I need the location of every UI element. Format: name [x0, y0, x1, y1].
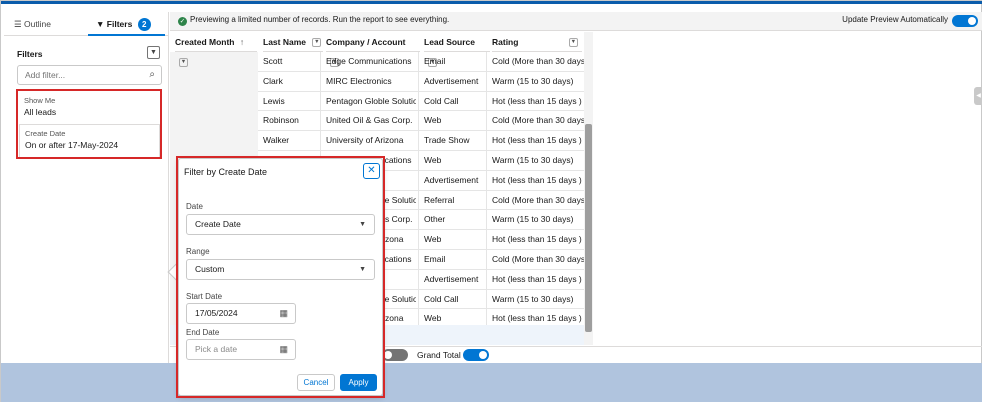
cell-lead-source: Trade Show [424, 135, 470, 146]
chevron-down-icon: ▼ [150, 49, 157, 56]
cell-last-name: Robinson [263, 115, 299, 126]
preview-message-text: Previewing a limited number of records. … [190, 15, 450, 24]
update-preview-label: Update Preview Automatically [842, 15, 948, 24]
cell-lead-source: Cold Call [424, 293, 459, 304]
panel-collapse-handle[interactable]: ◀ [974, 87, 982, 105]
tab-filters[interactable]: ▼ Filters 2 [88, 12, 165, 36]
cell-rating: Hot (less than 15 days ) [492, 95, 582, 106]
sort-up-icon: ↑ [239, 37, 245, 47]
grand-total-toggle[interactable] [463, 349, 489, 361]
scrollbar-thumb[interactable] [585, 124, 592, 332]
cell-rating: Warm (15 to 30 days) [492, 293, 574, 304]
table-row[interactable]: Scott Edge Communications Email Cold (More … [258, 52, 584, 72]
cell-company: Pentagon Globle Solution [326, 95, 416, 106]
header-rating[interactable]: Rating ▼ [492, 32, 582, 52]
cell-rating: Hot (less than 15 days ) [492, 135, 582, 146]
cell-rating: Warm (15 to 30 days) [492, 214, 574, 225]
cell-lead-source: Web [424, 234, 442, 245]
filter-count-badge: 2 [137, 18, 151, 32]
cell-rating: Cold (More than 30 days) [492, 56, 584, 66]
cell-lead-source: Referral [424, 194, 455, 205]
cell-lead-source: Web [424, 115, 442, 126]
filter-icon: ▼ [96, 19, 105, 29]
cell-company: Edge Communications [326, 56, 412, 66]
cell-rating: Hot (less than 15 days ) [492, 273, 582, 284]
search-icon: ⌕ [149, 69, 155, 80]
popover-highlight-outline [176, 156, 385, 398]
chevron-down-icon[interactable]: ▼ [312, 38, 322, 48]
cell-rating: Warm (15 to 30 days) [492, 75, 574, 86]
report-builder-window: ☰ Outline ▼ Filters 2 Filters ▼ Add filt… [0, 0, 982, 402]
cell-company: MIRC Electronics [326, 75, 392, 86]
cell-rating: Cold (More than 30 days) [492, 115, 584, 126]
cell-rating: Cold (More than 30 days) [492, 194, 584, 205]
filters-menu-button[interactable]: ▼ [147, 46, 160, 59]
cell-last-name: Lewis [263, 95, 285, 106]
chevron-left-icon: ◀ [976, 93, 981, 99]
header-lead-source-label: Lead Source [424, 37, 476, 47]
cell-lead-source: Advertisement [424, 75, 479, 86]
sidebar-tabs: ☰ Outline ▼ Filters 2 [4, 12, 169, 36]
column-divider [486, 52, 487, 345]
header-rating-label: Rating [492, 37, 519, 47]
cell-rating: Hot (less than 15 days ) [492, 234, 582, 245]
add-filter-placeholder: Add filter... [25, 70, 66, 80]
grand-total-label: Grand Total [417, 350, 461, 360]
table-row[interactable]: Walker University of Arizona Trade Show Hot… [258, 131, 584, 151]
column-divider [418, 52, 419, 345]
cell-rating: Cold (More than 30 days) [492, 254, 584, 264]
header-company-label: Company / Account [326, 37, 406, 47]
cell-lead-source: Advertisement [424, 174, 479, 185]
header-created-month[interactable]: Created Month ↑ ▼ [175, 32, 257, 68]
header-company-account[interactable]: Company / Account ▼ [326, 32, 420, 68]
table-row[interactable]: Robinson United Oil & Gas Corp. Web Cold (M… [258, 111, 584, 132]
list-icon: ☰ [14, 19, 22, 29]
header-lead-source[interactable]: Lead Source ▼ [424, 32, 490, 68]
cell-rating: Hot (less than 15 days ) [492, 174, 582, 185]
cell-company: University of Arizona [326, 135, 404, 146]
cell-rating: Warm (15 to 30 days) [492, 155, 574, 165]
header-last-name-label: Last Name [263, 37, 306, 47]
table-row[interactable]: Lewis Pentagon Globle Solution Cold Call Ho… [258, 92, 584, 112]
update-preview-toggle[interactable] [952, 15, 978, 27]
add-filter-input[interactable]: Add filter... ⌕ [17, 65, 162, 85]
preview-message: ✓ Previewing a limited number of records.… [178, 15, 449, 26]
table-row[interactable]: Clark MIRC Electronics Advertisement Warm (… [258, 72, 584, 92]
preview-bar: ✓ Previewing a limited number of records.… [170, 12, 982, 31]
tab-outline[interactable]: ☰ Outline [14, 12, 51, 36]
cell-company: United Oil & Gas Corp. [326, 115, 413, 126]
tab-outline-label: Outline [24, 19, 51, 29]
filters-heading: Filters [17, 49, 43, 59]
cell-lead-source: Advertisement [424, 273, 479, 284]
filters-highlight-outline [16, 89, 162, 159]
cell-last-name: Clark [263, 75, 283, 86]
filters-sidebar: ☰ Outline ▼ Filters 2 Filters ▼ Add filt… [4, 12, 169, 363]
cell-lead-source: Email [424, 254, 446, 264]
chevron-down-icon[interactable]: ▼ [568, 38, 578, 48]
cell-last-name: Scott [263, 56, 283, 66]
chevron-down-icon[interactable]: ▼ [179, 58, 188, 68]
top-accent-bar [1, 1, 982, 4]
cell-lead-source: Other [424, 214, 446, 225]
header-last-name[interactable]: Last Name ▼ [263, 32, 323, 52]
vertical-scrollbar[interactable] [584, 32, 593, 345]
header-created-month-label: Created Month [175, 37, 235, 47]
check-circle-icon: ✓ [178, 17, 187, 26]
cell-last-name: Walker [263, 135, 290, 146]
tab-filters-label: Filters [106, 19, 133, 29]
rows-toggle[interactable] [382, 349, 408, 361]
cell-lead-source: Cold Call [424, 95, 459, 106]
cell-lead-source: Email [424, 56, 446, 66]
footer-band [1, 363, 982, 402]
cell-lead-source: Web [424, 155, 442, 165]
